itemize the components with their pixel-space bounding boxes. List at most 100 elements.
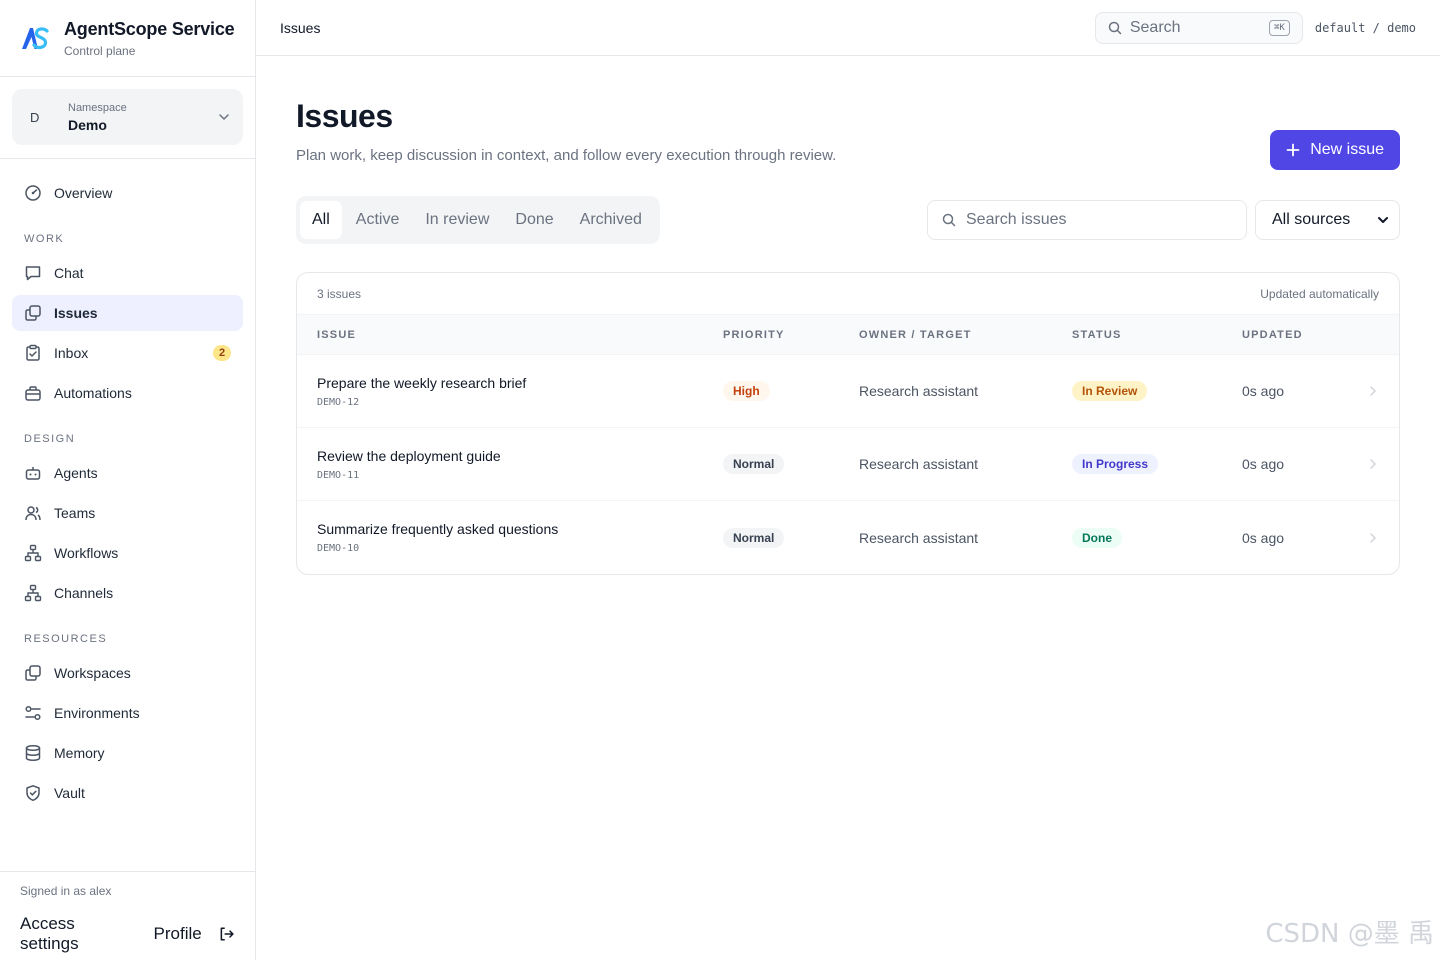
- page-subtitle: Plan work, keep discussion in context, a…: [296, 147, 837, 164]
- sidebar-item-label: Vault: [54, 785, 85, 801]
- column-header-priority: PRIORITY: [723, 328, 785, 341]
- sidebar-item-teams[interactable]: Teams: [12, 495, 243, 531]
- new-issue-button[interactable]: New issue: [1270, 130, 1400, 170]
- owner-target: Research assistant: [859, 456, 979, 472]
- sidebar-item-memory[interactable]: Memory: [12, 735, 243, 771]
- sidebar-footer: Signed in as alex Access settings Profil…: [0, 871, 255, 960]
- chat-icon: [25, 266, 41, 281]
- tab-active[interactable]: Active: [344, 201, 412, 239]
- status-badge: In Review: [1072, 381, 1148, 401]
- sidebar-item-automations[interactable]: Automations: [12, 375, 243, 411]
- global-search-input[interactable]: Search ⌘K: [1094, 11, 1303, 44]
- issue-title: Review the deployment guide: [317, 447, 501, 464]
- sidebar-item-chat[interactable]: Chat: [12, 255, 243, 291]
- tab-in-review[interactable]: In review: [413, 201, 501, 239]
- access-settings-link[interactable]: Access settings: [20, 914, 134, 954]
- sidebar-item-label: Chat: [54, 265, 84, 281]
- namespace-avatar: D: [30, 109, 40, 125]
- sidebar-item-inbox[interactable]: Inbox 2: [12, 335, 243, 371]
- priority-badge: Normal: [723, 454, 785, 474]
- agentscope-logo-icon: [22, 27, 49, 50]
- priority-badge: Normal: [723, 527, 785, 548]
- tab-archived[interactable]: Archived: [568, 201, 654, 239]
- filter-toolbar: All Active In review Done Archived Searc…: [296, 196, 1400, 244]
- section-title-resources: RESOURCES: [24, 633, 108, 645]
- automations-icon: [25, 386, 41, 401]
- column-header-updated: UPDATED: [1242, 328, 1303, 341]
- sidebar-item-label: Agents: [54, 465, 98, 481]
- shield-icon: [26, 785, 40, 802]
- sidebar-item-environments[interactable]: Environments: [12, 695, 243, 731]
- status-tabs: All Active In review Done Archived: [296, 196, 660, 244]
- sidebar-item-label: Teams: [54, 505, 96, 521]
- workspace-icon: [25, 665, 41, 681]
- sidebar-nav: Overview WORK Chat Issues Inbox 2 Automa…: [0, 159, 255, 811]
- status-badge: Done: [1072, 527, 1122, 548]
- channel-icon: [24, 584, 42, 602]
- issues-table: 3 issues Updated automatically ISSUE PRI…: [296, 272, 1400, 575]
- updated-time: 0s ago: [1242, 456, 1285, 472]
- sidebar-item-label: Workspaces: [54, 665, 131, 681]
- brand-title: AgentScope Service: [64, 18, 235, 39]
- updated-time: 0s ago: [1242, 383, 1285, 399]
- namespace-value: Demo: [68, 116, 107, 133]
- watermark-text: CSDN @墨 禹: [1265, 919, 1434, 949]
- chevron-right-icon: [1370, 532, 1377, 543]
- sidebar-item-agents[interactable]: Agents: [12, 455, 243, 491]
- search-issues-placeholder: Search issues: [966, 211, 1067, 228]
- sidebar-item-vault[interactable]: Vault: [12, 775, 243, 811]
- main-content: Issues Plan work, keep discussion in con…: [296, 56, 1400, 575]
- table-row[interactable]: Prepare the weekly research brief DEMO-1…: [297, 355, 1399, 428]
- search-issues-input[interactable]: Search issues: [927, 200, 1247, 240]
- source-select[interactable]: All sources: [1255, 200, 1400, 240]
- issue-id: DEMO-12: [317, 396, 360, 408]
- table-row[interactable]: Review the deployment guide DEMO-11 Norm…: [297, 428, 1399, 501]
- workflow-icon: [24, 544, 42, 562]
- search-placeholder: Search: [1129, 18, 1181, 36]
- sidebar-item-label: Channels: [54, 585, 114, 601]
- environment-icon: [25, 705, 41, 721]
- section-title-work: WORK: [24, 233, 65, 245]
- chevron-down-icon: [1378, 217, 1388, 223]
- brand-subtitle: Control plane: [64, 43, 136, 58]
- teams-icon: [25, 506, 41, 521]
- column-header-issue: ISSUE: [317, 328, 357, 341]
- chevron-down-icon: [219, 114, 229, 120]
- issue-count: 3 issues: [317, 286, 362, 301]
- sidebar-item-channels[interactable]: Channels: [12, 575, 243, 611]
- sidebar-item-overview[interactable]: Overview: [12, 175, 243, 211]
- issue-title: Prepare the weekly research brief: [317, 374, 527, 391]
- tab-done[interactable]: Done: [503, 201, 565, 239]
- namespace-selector[interactable]: D Namespace Demo: [12, 89, 243, 145]
- table-header: ISSUE PRIORITY OWNER / TARGET STATUS UPD…: [297, 314, 1399, 355]
- sidebar-item-label: Issues: [54, 305, 98, 321]
- inbox-icon: [26, 344, 40, 361]
- context-path: default / demo: [1314, 20, 1416, 35]
- brand: AgentScope Service Control plane: [0, 0, 255, 77]
- sidebar-item-issues[interactable]: Issues: [12, 295, 243, 331]
- owner-target: Research assistant: [859, 529, 979, 546]
- table-row[interactable]: Summarize frequently asked questions DEM…: [297, 501, 1399, 574]
- signed-in-text: Signed in as alex: [20, 884, 112, 898]
- new-issue-label: New issue: [1310, 141, 1384, 158]
- sidebar-item-workspaces[interactable]: Workspaces: [12, 655, 243, 691]
- sidebar-item-label: Inbox: [54, 345, 89, 361]
- inbox-count-badge: 2: [213, 345, 231, 361]
- chevron-right-icon: [1370, 459, 1377, 469]
- chevron-right-icon: [1370, 386, 1377, 396]
- logout-icon[interactable]: [218, 925, 235, 943]
- sidebar: AgentScope Service Control plane D Names…: [0, 0, 256, 960]
- sidebar-item-workflows[interactable]: Workflows: [12, 535, 243, 571]
- search-icon: [942, 213, 956, 227]
- sidebar-item-label: Workflows: [54, 545, 119, 561]
- page-title: Issues: [296, 98, 393, 134]
- breadcrumb: Issues: [280, 19, 321, 36]
- memory-icon: [25, 744, 41, 762]
- tab-all[interactable]: All: [300, 201, 342, 239]
- shortcut-hint: ⌘K: [1269, 19, 1290, 36]
- plus-icon: [1286, 143, 1300, 157]
- updated-time: 0s ago: [1242, 529, 1285, 546]
- issue-id: DEMO-11: [317, 469, 360, 481]
- gauge-icon: [25, 185, 41, 201]
- profile-link[interactable]: Profile: [154, 924, 202, 944]
